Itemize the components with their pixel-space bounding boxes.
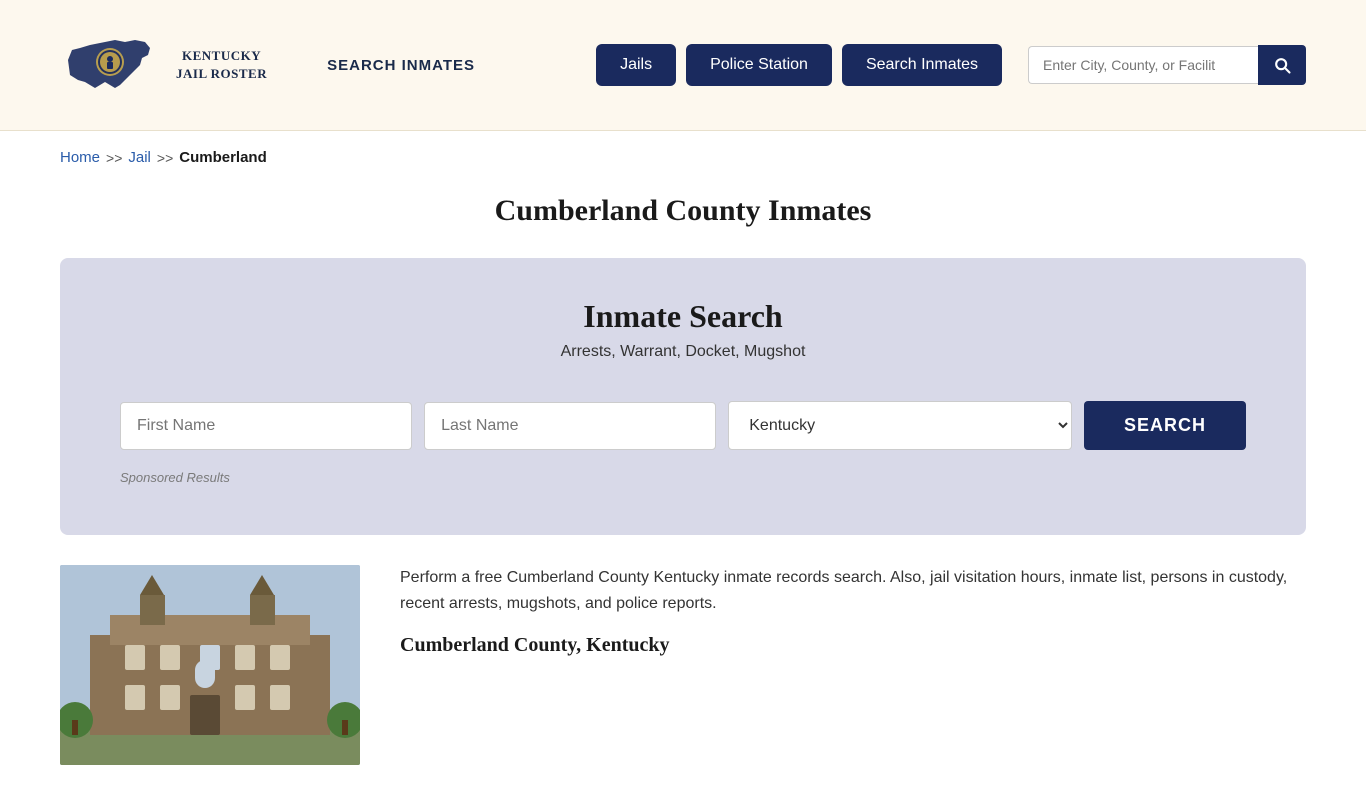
building-svg <box>60 565 360 765</box>
search-icon <box>1272 55 1292 75</box>
content-text-area: Perform a free Cumberland County Kentuck… <box>400 565 1306 765</box>
breadcrumb-jail[interactable]: Jail <box>128 149 151 166</box>
nav-area: Jails Police Station Search Inmates <box>596 44 1306 86</box>
last-name-input[interactable] <box>424 402 716 450</box>
search-panel-subtitle: Arrests, Warrant, Docket, Mugshot <box>120 343 1246 361</box>
building-image <box>60 565 360 765</box>
page-title: Cumberland County Inmates <box>60 194 1306 228</box>
breadcrumb-area: Home >> Jail >> Cumberland <box>0 131 1366 184</box>
search-form-row: AlabamaAlaskaArizonaArkansasCaliforniaCo… <box>120 401 1246 450</box>
breadcrumb-home[interactable]: Home <box>60 149 100 166</box>
breadcrumb-sep-1: >> <box>106 150 122 166</box>
header-search-button[interactable] <box>1258 45 1306 85</box>
header-search-input[interactable] <box>1028 46 1258 84</box>
police-station-button[interactable]: Police Station <box>686 44 832 86</box>
search-panel-title: Inmate Search <box>120 298 1246 335</box>
header-search-area <box>1028 45 1306 85</box>
state-select[interactable]: AlabamaAlaskaArizonaArkansasCaliforniaCo… <box>728 401 1072 450</box>
search-inmates-link[interactable]: SEARCH INMATES <box>327 57 475 74</box>
search-panel: Inmate Search Arrests, Warrant, Docket, … <box>60 258 1306 535</box>
content-area: Perform a free Cumberland County Kentuck… <box>0 565 1366 805</box>
logo-image <box>60 20 160 110</box>
page-title-area: Cumberland County Inmates <box>0 184 1366 258</box>
breadcrumb-sep-2: >> <box>157 150 173 166</box>
search-button[interactable]: SEARCH <box>1084 401 1246 450</box>
jails-button[interactable]: Jails <box>596 44 676 86</box>
content-description: Perform a free Cumberland County Kentuck… <box>400 565 1306 616</box>
content-subheading: Cumberland County, Kentucky <box>400 634 1306 657</box>
logo-text: KENTUCKY JAIL ROSTER <box>176 47 267 83</box>
first-name-input[interactable] <box>120 402 412 450</box>
sponsored-label: Sponsored Results <box>120 470 1246 485</box>
breadcrumb-current: Cumberland <box>179 149 267 166</box>
logo-area: KENTUCKY JAIL ROSTER <box>60 20 267 110</box>
site-header: KENTUCKY JAIL ROSTER SEARCH INMATES Jail… <box>0 0 1366 131</box>
search-inmates-button[interactable]: Search Inmates <box>842 44 1002 86</box>
breadcrumb: Home >> Jail >> Cumberland <box>60 149 1306 166</box>
